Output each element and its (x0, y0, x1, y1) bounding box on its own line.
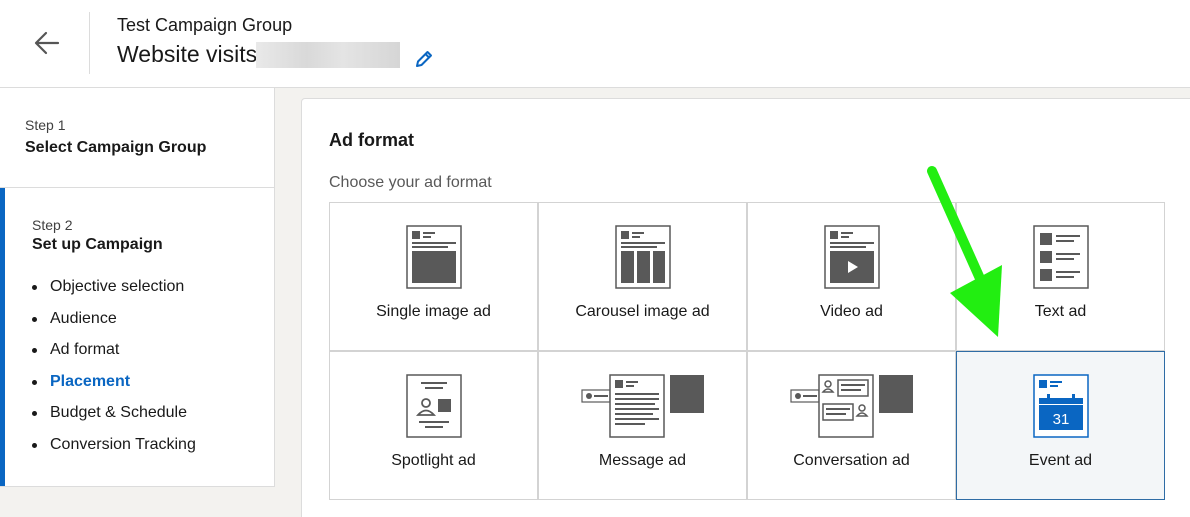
step-2-title: Set up Campaign (32, 236, 163, 253)
ad-format-panel: Ad format Choose your ad format Single i… (301, 98, 1190, 517)
substep-ad-format[interactable]: Ad format (32, 338, 196, 370)
step-1-title: Select Campaign Group (25, 139, 207, 156)
format-label: Message ad (598, 452, 687, 469)
format-video-ad[interactable]: Video ad (747, 202, 956, 351)
section-subtitle: Choose your ad format (329, 174, 492, 191)
format-spotlight-ad[interactable]: Spotlight ad (329, 351, 538, 500)
pencil-icon[interactable] (414, 49, 434, 69)
spotlight-ad-icon (405, 374, 462, 438)
single-image-ad-icon (405, 225, 462, 289)
format-conversation-ad[interactable]: Conversation ad (747, 351, 956, 500)
format-event-ad[interactable]: 31 Event ad (956, 351, 1165, 500)
format-label: Event ad (1028, 452, 1093, 469)
video-ad-icon (823, 225, 880, 289)
format-text-ad[interactable]: Text ad (956, 202, 1165, 351)
format-label: Spotlight ad (391, 452, 476, 469)
header-divider (89, 12, 90, 74)
carousel-image-ad-icon (614, 225, 671, 289)
format-label: Conversation ad (793, 452, 910, 469)
campaign-group-name: Test Campaign Group (117, 15, 293, 35)
format-label: Single image ad (376, 303, 491, 320)
substep-budget-schedule[interactable]: Budget & Schedule (32, 401, 196, 433)
calendar-day: 31 (1052, 411, 1069, 428)
substep-conversion-tracking[interactable]: Conversion Tracking (32, 433, 196, 465)
steps-sidebar: Step 1 Select Campaign Group Step 2 Set … (0, 88, 275, 488)
step-2-label: Step 2 (32, 217, 73, 233)
arrow-left-icon[interactable] (30, 26, 64, 60)
section-title: Ad format (329, 130, 414, 150)
step-1-panel[interactable]: Step 1 Select Campaign Group (0, 88, 275, 188)
format-label: Text ad (1034, 303, 1087, 320)
substep-objective-selection[interactable]: Objective selection (32, 275, 196, 307)
format-label: Carousel image ad (575, 303, 710, 320)
ad-format-grid: Single image ad Carousel image ad Video … (329, 202, 1165, 500)
step-2-panel: Step 2 Set up Campaign Objective selecti… (0, 188, 275, 487)
step-2-substeps: Objective selection Audience Ad format P… (32, 275, 196, 465)
substep-audience[interactable]: Audience (32, 307, 196, 339)
campaign-title: Website visits (117, 41, 258, 67)
step-1-label: Step 1 (25, 117, 66, 133)
substep-placement[interactable]: Placement (32, 370, 196, 402)
active-step-indicator (0, 188, 5, 486)
text-ad-icon (1032, 225, 1089, 289)
conversation-ad-icon (789, 374, 913, 438)
format-message-ad[interactable]: Message ad (538, 351, 747, 500)
format-carousel-image-ad[interactable]: Carousel image ad (538, 202, 747, 351)
redacted-title-text (256, 42, 400, 68)
format-label: Video ad (820, 303, 883, 320)
event-ad-icon: 31 (1032, 374, 1089, 438)
top-header: Test Campaign Group Website visits (0, 0, 1190, 88)
message-ad-icon (580, 374, 704, 438)
format-single-image-ad[interactable]: Single image ad (329, 202, 538, 351)
